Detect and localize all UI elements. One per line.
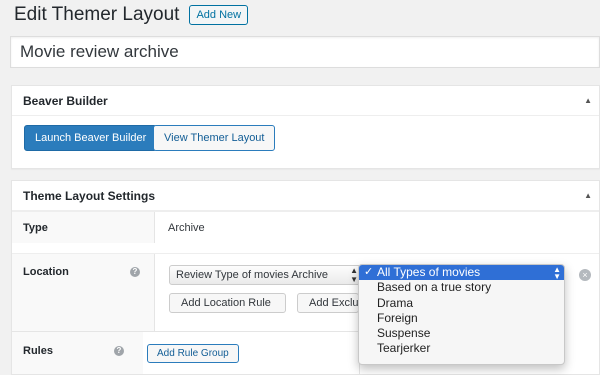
add-new-button[interactable]: Add New	[189, 5, 249, 25]
dropdown-option[interactable]: Suspense	[359, 326, 564, 341]
add-exclusion-rule-button[interactable]: Add Exclusion Rule	[297, 293, 359, 313]
theme-layout-settings-heading: Theme Layout Settings	[23, 189, 156, 203]
page-title: Edit Themer Layout	[14, 4, 180, 25]
type-row: Type Archive	[12, 211, 599, 243]
select-down-icon: ▼	[553, 271, 561, 281]
select-up-icon: ▲	[350, 266, 358, 275]
theme-layout-settings-header[interactable]: Theme Layout Settings ▲	[12, 181, 599, 211]
beaver-builder-header[interactable]: Beaver Builder ▲	[12, 86, 599, 116]
rules-row: Rules ? Add Rule Group	[11, 331, 360, 375]
select-arrows-icon: ▲ ▼	[553, 265, 561, 280]
beaver-builder-heading: Beaver Builder	[23, 94, 108, 108]
dropdown-option-label: All Types of movies	[377, 265, 481, 279]
help-icon[interactable]: ?	[114, 346, 124, 356]
layout-title-input[interactable]: Movie review archive	[10, 36, 600, 68]
type-label-cell: Type	[12, 212, 155, 243]
type-value: Archive	[168, 222, 205, 234]
dropdown-option[interactable]: Based on a true story	[359, 280, 564, 295]
select-arrows-icon: ▲ ▼	[350, 266, 358, 284]
add-location-rule-button[interactable]: Add Location Rule	[169, 293, 286, 313]
location-select[interactable]: Review Type of movies Archive ▲ ▼	[169, 265, 363, 285]
add-rule-group-button[interactable]: Add Rule Group	[147, 344, 239, 363]
type-options-dropdown[interactable]: ✓ All Types of movies ▲ ▼ Based on a tru…	[358, 264, 565, 365]
dropdown-option-selected[interactable]: ✓ All Types of movies ▲ ▼	[359, 265, 564, 281]
dropdown-option[interactable]: Drama	[359, 296, 564, 311]
beaver-builder-box: Beaver Builder ▲ Launch Beaver Builder V…	[11, 85, 600, 169]
location-label: Location	[23, 266, 69, 278]
collapse-toggle-icon[interactable]: ▲	[584, 181, 592, 211]
dropdown-option[interactable]: Foreign	[359, 311, 564, 326]
title-row: Edit Themer Layout Add New	[14, 4, 249, 26]
check-icon: ✓	[364, 266, 374, 278]
rules-label-cell: Rules ?	[12, 332, 143, 374]
launch-beaver-builder-button[interactable]: Launch Beaver Builder	[24, 125, 158, 151]
location-select-value: Review Type of movies Archive	[176, 269, 329, 281]
view-themer-layout-button[interactable]: View Themer Layout	[153, 125, 276, 151]
help-icon[interactable]: ?	[130, 267, 140, 277]
location-label-cell: Location ?	[12, 254, 155, 331]
collapse-toggle-icon[interactable]: ▲	[584, 86, 592, 116]
remove-rule-icon[interactable]: ×	[579, 269, 591, 281]
rules-label: Rules	[23, 345, 53, 357]
dropdown-option[interactable]: Tearjerker	[359, 341, 564, 356]
type-label: Type	[23, 222, 48, 234]
select-down-icon: ▼	[350, 275, 358, 284]
